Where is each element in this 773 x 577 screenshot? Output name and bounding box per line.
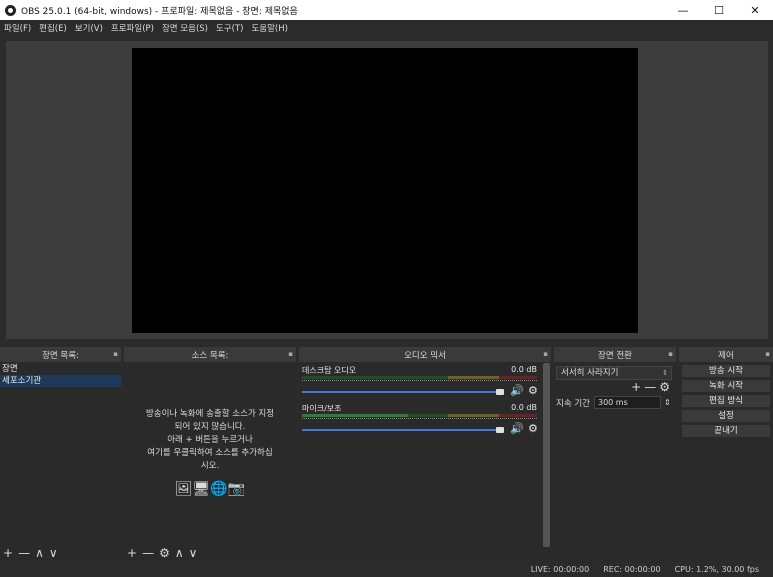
meter-level-1 [302, 414, 408, 417]
controls-body: 방송 시작 녹화 시작 편집 방식 설정 끝내기 [679, 363, 773, 561]
speaker-icon[interactable]: 🔊 [510, 422, 524, 435]
source-up-button[interactable]: ∧ [175, 547, 184, 559]
sources-empty-hint: 방송이나 녹화에 송출할 소스가 지정 되어 있지 않습니다. 아래 + 버튼을… [145, 409, 275, 471]
start-recording-button[interactable]: 녹화 시작 [682, 380, 770, 392]
menu-help[interactable]: 도움말(H) [247, 22, 291, 34]
sources-toolbar: + — ⚙ ∧ ∨ [124, 545, 296, 561]
remove-transition-button[interactable]: — [644, 380, 656, 394]
menu-scene-collection[interactable]: 장면 모음(S) [158, 22, 212, 34]
mixer-scrollbar[interactable] [543, 363, 550, 547]
volume-slider-knob[interactable] [496, 427, 504, 433]
live-time: LIVE: 00:00:00 [530, 565, 590, 574]
cpu-fps: CPU: 1.2%, 30.00 fps [674, 565, 759, 574]
duration-label: 지속 기간 [556, 398, 590, 409]
menu-tools[interactable]: 도구(T) [212, 22, 247, 34]
scenes-dock: 장면 목록: ▪ 장면 세포소기관 + — ∧ ∨ [0, 347, 121, 561]
sources-header: 소스 목록: ▪ [124, 347, 296, 362]
mixer-header: 오디오 믹서 ▪ [299, 347, 551, 362]
gear-icon[interactable]: ⚙ [528, 422, 538, 435]
source-type-icons: 🖼🖥🌐📷 [174, 481, 246, 497]
menu-profile[interactable]: 프로파일(P) [107, 22, 158, 34]
mixer-channel-mic: 마이크/보조 0.0 dB 🔊 ⚙ [301, 403, 539, 443]
scene-item[interactable]: 장면 [0, 363, 121, 375]
remove-source-button[interactable]: — [142, 547, 154, 559]
gear-icon[interactable]: ⚙ [528, 384, 538, 397]
dock-float-icon[interactable]: ▪ [288, 350, 293, 358]
studio-mode-button[interactable]: 편집 방식 [682, 395, 770, 407]
preview-area[interactable] [6, 41, 768, 339]
sources-list[interactable]: 방송이나 녹화에 송출할 소스가 지정 되어 있지 않습니다. 아래 + 버튼을… [124, 363, 296, 545]
scene-item-selected[interactable]: 세포소기관 [0, 375, 121, 387]
channel-name: 마이크/보조 [302, 404, 342, 413]
minimize-button[interactable]: — [665, 0, 701, 20]
menu-edit[interactable]: 편집(E) [35, 22, 71, 34]
scenes-list: 장면 세포소기관 [0, 363, 121, 545]
menu-bar: 파일(F) 편집(E) 보기(V) 프로파일(P) 장면 모음(S) 도구(T)… [0, 20, 773, 36]
volume-slider[interactable] [302, 391, 498, 393]
scenes-header: 장면 목록: ▪ [0, 347, 121, 362]
status-bar: LIVE: 00:00:00 REC: 00:00:00 CPU: 1.2%, … [0, 562, 773, 577]
channel-name: 데스크탑 오디오 [302, 366, 357, 375]
source-properties-icon[interactable]: ⚙ [159, 547, 170, 559]
volume-meter [302, 376, 537, 379]
controls-title: 제어 [718, 350, 734, 361]
chevron-updown-icon: ⇕ [662, 369, 668, 377]
dock-float-icon[interactable]: ▪ [765, 350, 770, 358]
controls-header: 제어 ▪ [679, 347, 773, 362]
mixer-title: 오디오 믹서 [404, 350, 446, 361]
channel-db: 0.0 dB [511, 403, 537, 412]
preview-canvas[interactable] [132, 48, 638, 333]
settings-button[interactable]: 설정 [682, 410, 770, 422]
audio-mixer-dock: 오디오 믹서 ▪ 데스크탑 오디오 0.0 dB 🔊 ⚙ 마이크/보조 0.0 … [299, 347, 551, 561]
menu-view[interactable]: 보기(V) [71, 22, 107, 34]
rec-time: REC: 00:00:00 [603, 565, 661, 574]
add-scene-button[interactable]: + [3, 547, 13, 559]
mixer-channel-desktop: 데스크탑 오디오 0.0 dB 🔊 ⚙ [301, 365, 539, 405]
transition-tools: + — ⚙ [631, 380, 670, 394]
scenes-title: 장면 목록: [42, 350, 79, 361]
volume-slider[interactable] [302, 429, 498, 431]
scene-down-button[interactable]: ∨ [49, 547, 58, 559]
title-bar: OBS 25.0.1 (64-bit, windows) - 프로파일: 제목없… [0, 0, 773, 20]
source-down-button[interactable]: ∨ [189, 547, 198, 559]
maximize-button[interactable]: ☐ [701, 0, 737, 20]
spin-updown-icon[interactable]: ⇕ [664, 398, 671, 407]
menu-file[interactable]: 파일(F) [0, 22, 35, 34]
add-source-button[interactable]: + [127, 547, 137, 559]
dock-float-icon[interactable]: ▪ [668, 350, 673, 358]
remove-scene-button[interactable]: — [18, 547, 30, 559]
transitions-header: 장면 전환 ▪ [554, 347, 676, 362]
channel-db: 0.0 dB [511, 365, 537, 374]
transitions-dock: 장면 전환 ▪ 서서히 사라지기 ⇕ + — ⚙ 지속 기간 300 ms ⇕ [554, 347, 676, 561]
volume-meter [302, 414, 537, 417]
start-streaming-button[interactable]: 방송 시작 [682, 365, 770, 377]
transition-gear-icon[interactable]: ⚙ [659, 380, 670, 394]
meter-scale [302, 380, 537, 384]
scenes-toolbar: + — ∧ ∨ [0, 545, 121, 561]
transitions-title: 장면 전환 [598, 350, 632, 361]
speaker-icon[interactable]: 🔊 [510, 384, 524, 397]
dock-float-icon[interactable]: ▪ [543, 350, 548, 358]
duration-row: 지속 기간 300 ms ⇕ [556, 396, 671, 409]
add-transition-button[interactable]: + [631, 380, 641, 394]
close-button[interactable]: ✕ [737, 0, 773, 20]
duration-input[interactable]: 300 ms [593, 396, 661, 409]
exit-button[interactable]: 끝내기 [682, 425, 770, 437]
dock-float-icon[interactable]: ▪ [113, 350, 118, 358]
transitions-body: 서서히 사라지기 ⇕ + — ⚙ 지속 기간 300 ms ⇕ [554, 363, 676, 561]
transition-select[interactable]: 서서히 사라지기 ⇕ [556, 366, 672, 380]
window-title: OBS 25.0.1 (64-bit, windows) - 프로파일: 제목없… [21, 6, 298, 17]
controls-dock: 제어 ▪ 방송 시작 녹화 시작 편집 방식 설정 끝내기 [679, 347, 773, 561]
meter-scale [302, 418, 537, 422]
volume-slider-knob[interactable] [496, 389, 504, 395]
scene-up-button[interactable]: ∧ [35, 547, 44, 559]
mixer-channels: 데스크탑 오디오 0.0 dB 🔊 ⚙ 마이크/보조 0.0 dB 🔊 ⚙ [299, 363, 541, 561]
sources-title: 소스 목록: [191, 350, 229, 361]
obs-logo-icon [5, 4, 16, 16]
sources-dock: 소스 목록: ▪ 방송이나 녹화에 송출할 소스가 지정 되어 있지 않습니다.… [124, 347, 296, 561]
